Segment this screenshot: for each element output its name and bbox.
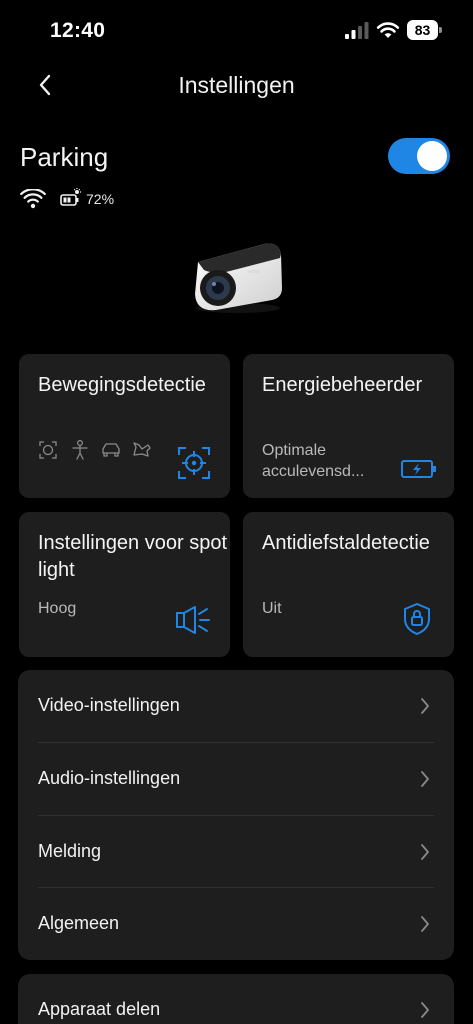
spotlight-icon (176, 606, 210, 634)
settings-screen: 12:40 83 Instellingen Parking 72% Bewegi… (0, 0, 473, 1024)
status-bar: 12:40 83 (0, 0, 473, 62)
list-item-label: Melding (38, 841, 102, 861)
list-item-video-settings[interactable]: Video-instellingen (18, 670, 454, 743)
page-title: Instellingen (178, 72, 295, 98)
car-icon (102, 443, 120, 457)
card-subtitle: Hoog (38, 600, 77, 617)
list-item-label: Apparaat delen (38, 999, 161, 1019)
motion-detection-card[interactable]: Bewegingsdetectie (19, 354, 230, 498)
card-subtitle: Optimale acculevensd... (262, 442, 365, 480)
device-battery-percent: 72% (86, 191, 115, 207)
shield-lock-icon (404, 603, 430, 635)
spotlight-settings-card[interactable]: Instellingen voor spotlight Hoog (19, 512, 230, 657)
share-list: Apparaat delen (18, 974, 454, 1024)
device-wifi-icon (20, 189, 46, 209)
card-subtitle: Uit (262, 600, 282, 617)
list-item-general[interactable]: Algemeen (18, 888, 454, 961)
anti-theft-card[interactable]: Antidiefstaldetectie Uit (243, 512, 454, 657)
list-item-label: Audio-instellingen (38, 768, 181, 788)
chevron-right-icon (421, 916, 429, 932)
battery-charging-icon (401, 460, 436, 478)
cellular-signal-icon (345, 22, 369, 39)
pet-icon (133, 442, 151, 457)
battery-icon: 83 (407, 20, 442, 40)
list-item-label: Video-instellingen (38, 695, 180, 715)
chevron-right-icon (421, 1002, 429, 1018)
card-title: Bewegingsdetectie (38, 374, 206, 396)
chevron-right-icon (421, 844, 429, 860)
wifi-icon (376, 22, 400, 38)
card-title: Energiebeheerder (262, 374, 423, 396)
solar-battery-icon (60, 188, 81, 206)
device-power-toggle[interactable] (388, 138, 450, 174)
device-name: Parking (20, 142, 109, 172)
chevron-right-icon (421, 771, 429, 787)
camera-image (195, 243, 282, 313)
list-item-audio-settings[interactable]: Audio-instellingen (18, 743, 454, 816)
battery-level: 83 (414, 22, 431, 38)
face-icon (39, 441, 57, 459)
card-title: Antidiefstaldetectie (262, 532, 430, 554)
toggle-knob (417, 141, 447, 171)
list-item-notification[interactable]: Melding (18, 816, 454, 889)
status-time: 12:40 (50, 19, 106, 42)
list-item-label: Algemeen (38, 913, 120, 933)
person-icon (72, 440, 88, 460)
settings-list: Video-instellingen Audio-instellingen Me… (18, 670, 454, 960)
list-item-share-device[interactable]: Apparaat delen (18, 974, 454, 1024)
card-title: Instellingen voor spotlight (38, 532, 228, 581)
motion-target-icon (178, 447, 210, 479)
energy-manager-card[interactable]: Energiebeheerder Optimale acculevensd... (243, 354, 454, 498)
chevron-right-icon (421, 698, 429, 714)
